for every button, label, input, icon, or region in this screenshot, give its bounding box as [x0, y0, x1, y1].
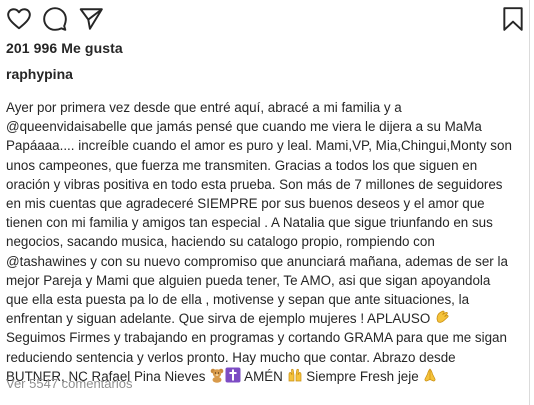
caption-line: en mis cuentas que agradeceré SIEMPRE po…: [6, 196, 485, 212]
post-panel: 201 996 Me gusta raphypina Ayer por prim…: [0, 0, 530, 405]
post-caption: Ayer por primera vez desde que entré aqu…: [6, 98, 526, 386]
folded-hands-emoji: [424, 368, 436, 382]
caption-line: negocios, sacando musica, haciendo su ca…: [6, 234, 435, 250]
caption-line: Siempre Fresh jeje: [302, 368, 423, 384]
caption-line: unos campeones, que fuerza me transmiten…: [6, 157, 478, 173]
caption-line: reduciendo sentencia y verlos pronto. Ha…: [6, 349, 456, 365]
likes-count[interactable]: 201 996 Me gusta: [6, 40, 123, 56]
author-username[interactable]: raphypina: [6, 66, 73, 82]
caption-line-with-emoji: enfrentan y siguan adelante. Que sirva d…: [6, 309, 526, 328]
bookmark-icon[interactable]: [500, 6, 526, 32]
caption-line: enfrentan y siguan adelante. Que sirva d…: [6, 311, 431, 327]
share-icon[interactable]: [78, 6, 104, 32]
post-actions-bar: [6, 6, 526, 32]
clapping-hands-emoji: [436, 310, 449, 324]
heart-icon[interactable]: [6, 6, 32, 32]
teddy-bear-emoji: [210, 368, 224, 383]
raised-hands-emoji: [288, 368, 301, 382]
caption-line: Papáaaa.... increíble cuando el amor es …: [6, 138, 512, 154]
comment-icon[interactable]: [42, 6, 68, 32]
caption-line: Ayer por primera vez desde que entré aqu…: [6, 100, 402, 115]
caption-line: mejor Pareja y Mami que alguien pueda te…: [6, 272, 491, 288]
caption-line: AMÉN: [241, 368, 287, 384]
caption-line: tienen con mi familia y amigos tan espec…: [6, 215, 493, 231]
caption-line: que ella esta puesta pa lo de ella , mot…: [6, 292, 470, 308]
caption-line: oración y vibras positiva en todo esta p…: [6, 176, 503, 192]
caption-line: Seguimos Firmes y trabajando en programa…: [6, 330, 507, 346]
caption-line: @queenvidaisabelle que jamás pensé que c…: [6, 119, 482, 135]
latin-cross-emoji: [225, 367, 241, 383]
caption-line: @tashawines y con su nuevo compromiso qu…: [6, 253, 508, 269]
view-comments-link[interactable]: Ver 5547 comentarios: [6, 376, 132, 391]
